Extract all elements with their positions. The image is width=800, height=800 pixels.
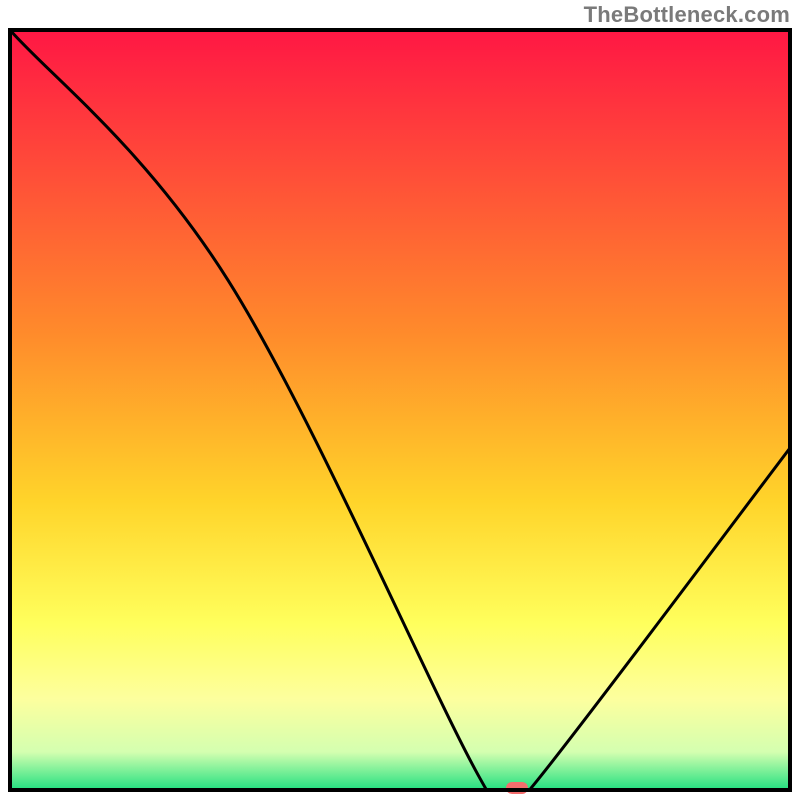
chart-container: { "watermark": "TheBottleneck.com", "cha… xyxy=(0,0,800,800)
watermark-text: TheBottleneck.com xyxy=(584,2,790,28)
bottleneck-chart xyxy=(0,0,800,800)
chart-background-gradient xyxy=(10,30,790,790)
